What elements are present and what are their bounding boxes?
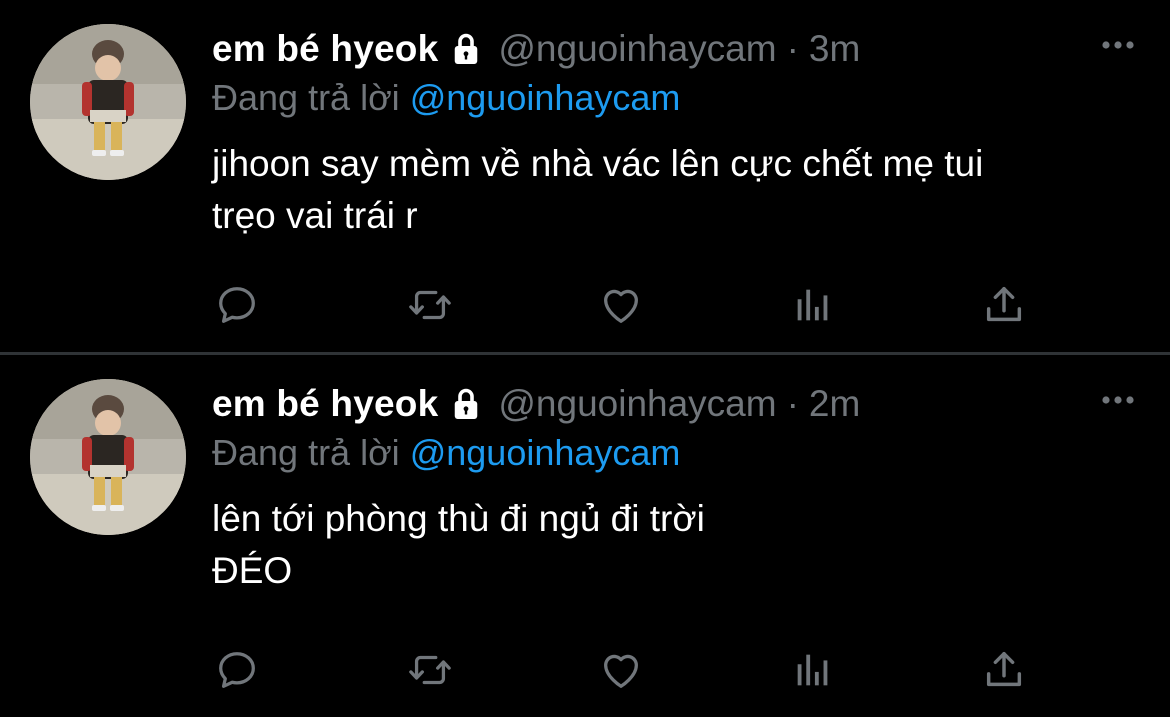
- share-icon: [986, 651, 1022, 687]
- like-icon: [604, 654, 638, 688]
- views-button[interactable]: [788, 280, 838, 330]
- separator-dot: ·: [786, 383, 799, 424]
- retweet-icon: [409, 655, 451, 685]
- reply-icon: [219, 287, 255, 323]
- timestamp[interactable]: 2m: [809, 383, 860, 425]
- tweet-content: em bé hyeok @nguoinhaycam · 2m Đang trả …: [212, 379, 1134, 597]
- tweet-header: em bé hyeok @nguoinhaycam · 2m: [212, 379, 1130, 429]
- retweet-button[interactable]: [405, 280, 455, 330]
- like-button[interactable]: [596, 280, 646, 330]
- timestamp[interactable]: 3m: [809, 28, 860, 70]
- retweet-icon: [409, 290, 451, 320]
- tweet-text: jihoon say mèm về nhà vác lên cực chết m…: [212, 143, 984, 236]
- display-name[interactable]: em bé hyeok: [212, 28, 438, 70]
- avatar-image: [30, 24, 186, 180]
- like-button[interactable]: [596, 645, 646, 695]
- user-handle[interactable]: @nguoinhaycam: [498, 28, 776, 70]
- more-icon[interactable]: [1098, 385, 1138, 415]
- tweet-text: lên tới phòng thù đi ngủ đi trời ĐÉO: [212, 498, 705, 591]
- user-handle[interactable]: @nguoinhaycam: [498, 383, 776, 425]
- retweet-button[interactable]: [405, 645, 455, 695]
- tweet-content: em bé hyeok @nguoinhaycam · 3m Đang trả …: [212, 24, 1134, 242]
- tweet[interactable]: em bé hyeok @nguoinhaycam · 3m Đang trả …: [0, 0, 1170, 353]
- avatar[interactable]: [30, 24, 186, 180]
- reply-button[interactable]: [212, 280, 262, 330]
- replying-to: Đang trả lời @nguoinhaycam: [212, 429, 1130, 477]
- timeline: em bé hyeok @nguoinhaycam · 3m Đang trả …: [0, 0, 1170, 717]
- avatar[interactable]: [30, 379, 186, 535]
- lock-icon: [448, 386, 484, 422]
- more-icon[interactable]: [1098, 30, 1138, 60]
- like-icon: [604, 289, 638, 323]
- views-button[interactable]: [788, 645, 838, 695]
- share-icon: [986, 286, 1022, 322]
- replying-to-mention[interactable]: @nguoinhaycam: [410, 432, 681, 473]
- reply-icon: [219, 652, 255, 688]
- replying-to: Đang trả lời @nguoinhaycam: [212, 74, 1130, 122]
- display-name[interactable]: em bé hyeok: [212, 383, 438, 425]
- share-button[interactable]: [979, 280, 1029, 330]
- replying-to-label: Đang trả lời: [212, 77, 400, 118]
- tweet-actions: [212, 645, 1042, 695]
- views-icon: [797, 289, 828, 321]
- reply-button[interactable]: [212, 645, 262, 695]
- replying-to-label: Đang trả lời: [212, 432, 400, 473]
- avatar-image: [30, 379, 186, 535]
- views-icon: [797, 654, 828, 686]
- share-button[interactable]: [979, 645, 1029, 695]
- separator-dot: ·: [786, 28, 799, 69]
- tweet-header: em bé hyeok @nguoinhaycam · 3m: [212, 24, 1130, 74]
- lock-icon: [448, 31, 484, 67]
- tweet[interactable]: em bé hyeok @nguoinhaycam · 2m Đang trả …: [0, 355, 1170, 717]
- replying-to-mention[interactable]: @nguoinhaycam: [410, 77, 681, 118]
- tweet-actions: [212, 280, 1042, 330]
